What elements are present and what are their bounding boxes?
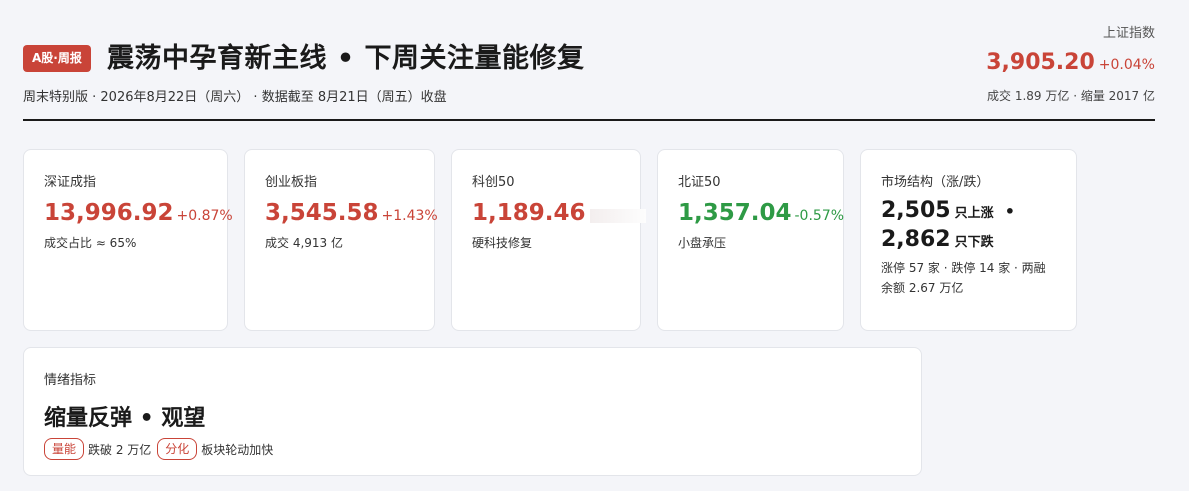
- card-note: 硬科技修复: [472, 236, 533, 250]
- card-value: 1,189.46+0.00%: [472, 200, 646, 226]
- main-index-label: 上证指数: [1102, 26, 1155, 41]
- card-label: 北证50: [678, 175, 721, 190]
- card-note: 小盘承压: [678, 236, 727, 250]
- structure-separator: •: [1004, 202, 1015, 221]
- sentiment-tags: 量能 跌破 2 万亿 分化 板块轮动加快: [44, 438, 901, 460]
- card-label: 深证成指: [44, 175, 97, 190]
- main-index-value: 3,905.20 +0.04%: [986, 50, 1155, 75]
- market-structure-card: 市场结构（涨/跌） 2,505 只上涨 • 2,862 只下跌 涨停 57 家 · …: [860, 149, 1077, 331]
- card-number: 3,545.58: [265, 200, 379, 226]
- index-card-shenzhen: 深证成指 13,996.92 +0.87% 成交占比 ≈ 65%: [23, 149, 233, 331]
- card-change: +1.43%: [381, 208, 438, 224]
- index-card-star50: 科创50 1,189.46+0.00% 硬科技修复: [451, 149, 646, 331]
- index-card-bse50: 北证50 1,357.04 -0.57% 小盘承压: [657, 149, 844, 331]
- sentiment-label: 情绪指标: [44, 373, 97, 388]
- sentiment-headline: 缩量反弹 • 观望: [44, 406, 206, 431]
- up-unit: 只上涨: [954, 206, 994, 221]
- card-label: 创业板指: [265, 175, 318, 190]
- down-count: 2,862: [881, 227, 951, 252]
- card-label: 科创50: [472, 175, 515, 190]
- report-header: A股·周报 震荡中孕育新主线 • 下周关注量能修复 周末特别版 · 2026年8…: [23, 0, 1155, 121]
- page-title: 震荡中孕育新主线 • 下周关注量能修复: [107, 43, 585, 74]
- card-change: +0.87%: [176, 208, 233, 224]
- down-unit: 只下跌: [954, 235, 994, 250]
- structure-up-row: 2,505 只上涨 •: [881, 198, 1056, 223]
- tag-text-divergence: 板块轮动加快: [201, 442, 274, 457]
- card-value: 13,996.92 +0.87%: [44, 200, 233, 226]
- structure-down-row: 2,862 只下跌: [881, 227, 1056, 252]
- tag-pill-divergence: 分化: [157, 438, 198, 460]
- card-value: 3,545.58 +1.43%: [265, 200, 438, 226]
- tag-pill-volume: 量能: [44, 438, 85, 460]
- card-change: -0.57%: [794, 208, 845, 224]
- main-index-volume: 成交 1.89 万亿 · 缩量 2017 亿: [987, 89, 1155, 103]
- card-number: 13,996.92: [44, 200, 174, 226]
- main-index-change: +0.04%: [1098, 57, 1155, 73]
- card-number: 1,189.46: [472, 200, 586, 226]
- structure-note: 涨停 57 家 · 跌停 14 家 · 两融余额 2.67 万亿: [881, 261, 1046, 295]
- card-change-faded: +0.00%: [589, 209, 646, 223]
- card-number: 1,357.04: [678, 200, 792, 226]
- up-count: 2,505: [881, 198, 951, 223]
- structure-label: 市场结构（涨/跌）: [881, 175, 990, 190]
- report-badge: A股·周报: [23, 45, 91, 72]
- index-card-chinext: 创业板指 3,545.58 +1.43% 成交 4,913 亿: [244, 149, 438, 331]
- sentiment-card: 情绪指标 缩量反弹 • 观望 量能 跌破 2 万亿 分化 板块轮动加快: [23, 347, 922, 476]
- card-note: 成交 4,913 亿: [265, 236, 343, 250]
- card-note: 成交占比 ≈ 65%: [44, 236, 137, 250]
- page-subtitle: 周末特别版 · 2026年8月22日（周六） · 数据截至 8月21日（周五）收…: [23, 90, 447, 105]
- card-value: 1,357.04 -0.57%: [678, 200, 844, 226]
- tag-text-volume: 跌破 2 万亿: [88, 442, 152, 457]
- main-index-number: 3,905.20: [986, 50, 1095, 75]
